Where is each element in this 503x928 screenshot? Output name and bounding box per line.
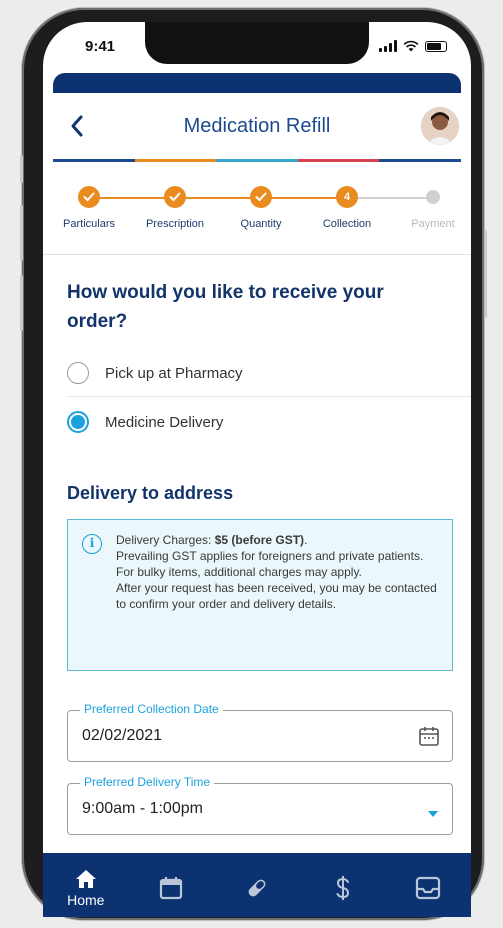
phone-power-button (484, 230, 487, 318)
delivery-info-box: i Delivery Charges: $5 (before GST). Pre… (67, 519, 453, 671)
field-label: Preferred Collection Date (80, 702, 223, 716)
pill-icon (248, 879, 266, 897)
radio-button-selected[interactable] (67, 411, 89, 433)
step-connector (89, 197, 347, 199)
step-label: Particulars (63, 218, 115, 230)
info-charges: Delivery Charges: $5 (before GST). (116, 533, 308, 547)
field-value: 02/02/2021 (82, 727, 163, 744)
phone-volume-up-button (20, 205, 23, 261)
status-time: 9:41 (85, 38, 116, 55)
status-icons (379, 40, 447, 52)
nav-inbox[interactable] (385, 853, 471, 917)
step-label: Collection (322, 218, 372, 230)
battery-icon (425, 41, 447, 52)
bottom-navigation: Home (43, 853, 471, 917)
home-icon (75, 870, 96, 888)
step-label: Quantity (240, 218, 282, 230)
caret-down-icon[interactable] (426, 804, 440, 823)
divider (67, 396, 471, 397)
check-icon (78, 186, 100, 208)
collection-date-field[interactable]: Preferred Collection Date 02/02/2021 (67, 702, 453, 762)
step-particulars: Particulars (46, 186, 132, 230)
info-contact: After your request has been received, yo… (116, 581, 437, 611)
info-icon: i (82, 534, 102, 554)
option-label: Pick up at Pharmacy (105, 364, 243, 382)
signal-icon (379, 40, 397, 52)
avatar[interactable] (421, 107, 459, 145)
check-icon (164, 186, 186, 208)
app-screen: 9:41 Medication Refill Particulars Presc… (43, 22, 471, 917)
inbox-icon (416, 876, 441, 900)
page-title: Medication Refill (183, 115, 331, 137)
app-header: Medication Refill (43, 93, 471, 159)
field-label: Preferred Delivery Time (80, 775, 215, 789)
progress-stepper: Particulars Prescription Quantity 4 Coll… (43, 162, 471, 255)
radio-button[interactable] (67, 362, 89, 384)
step-collection: 4 Collection (304, 186, 390, 230)
nav-calendar[interactable] (129, 853, 215, 917)
nav-label: Home (67, 892, 105, 908)
user-photo-icon (421, 107, 459, 145)
nav-billing[interactable] (300, 853, 386, 917)
receive-question: How would you like to receive your order… (67, 282, 384, 332)
nav-medication[interactable] (214, 853, 300, 917)
step-number: 4 (336, 186, 358, 208)
dollar-icon (336, 876, 349, 900)
pending-dot (426, 190, 440, 204)
calendar-icon[interactable] (418, 725, 440, 751)
phone-side-button (20, 155, 23, 183)
option-delivery[interactable]: Medicine Delivery (43, 398, 471, 446)
info-bulky: For bulky items, additional charges may … (116, 565, 362, 579)
option-pickup[interactable]: Pick up at Pharmacy (43, 349, 471, 397)
phone-volume-down-button (20, 275, 23, 331)
calendar-icon (160, 877, 183, 900)
step-label: Prescription (145, 218, 205, 230)
notch (145, 22, 369, 64)
step-connector (347, 197, 433, 199)
delivery-time-select[interactable]: Preferred Delivery Time 9:00am - 1:00pm (67, 775, 453, 835)
step-quantity: Quantity (218, 186, 304, 230)
option-label: Medicine Delivery (105, 413, 224, 431)
info-gst: Prevailing GST applies for foreigners an… (116, 549, 424, 563)
top-accent-bar (53, 73, 461, 93)
check-icon (250, 186, 272, 208)
wifi-icon (403, 40, 419, 52)
delivery-heading: Delivery to address (67, 483, 234, 503)
nav-home[interactable]: Home (43, 853, 129, 917)
field-value: 9:00am - 1:00pm (82, 800, 203, 817)
step-label: Payment (411, 218, 455, 230)
step-payment: Payment (390, 186, 471, 230)
step-prescription: Prescription (132, 186, 218, 230)
